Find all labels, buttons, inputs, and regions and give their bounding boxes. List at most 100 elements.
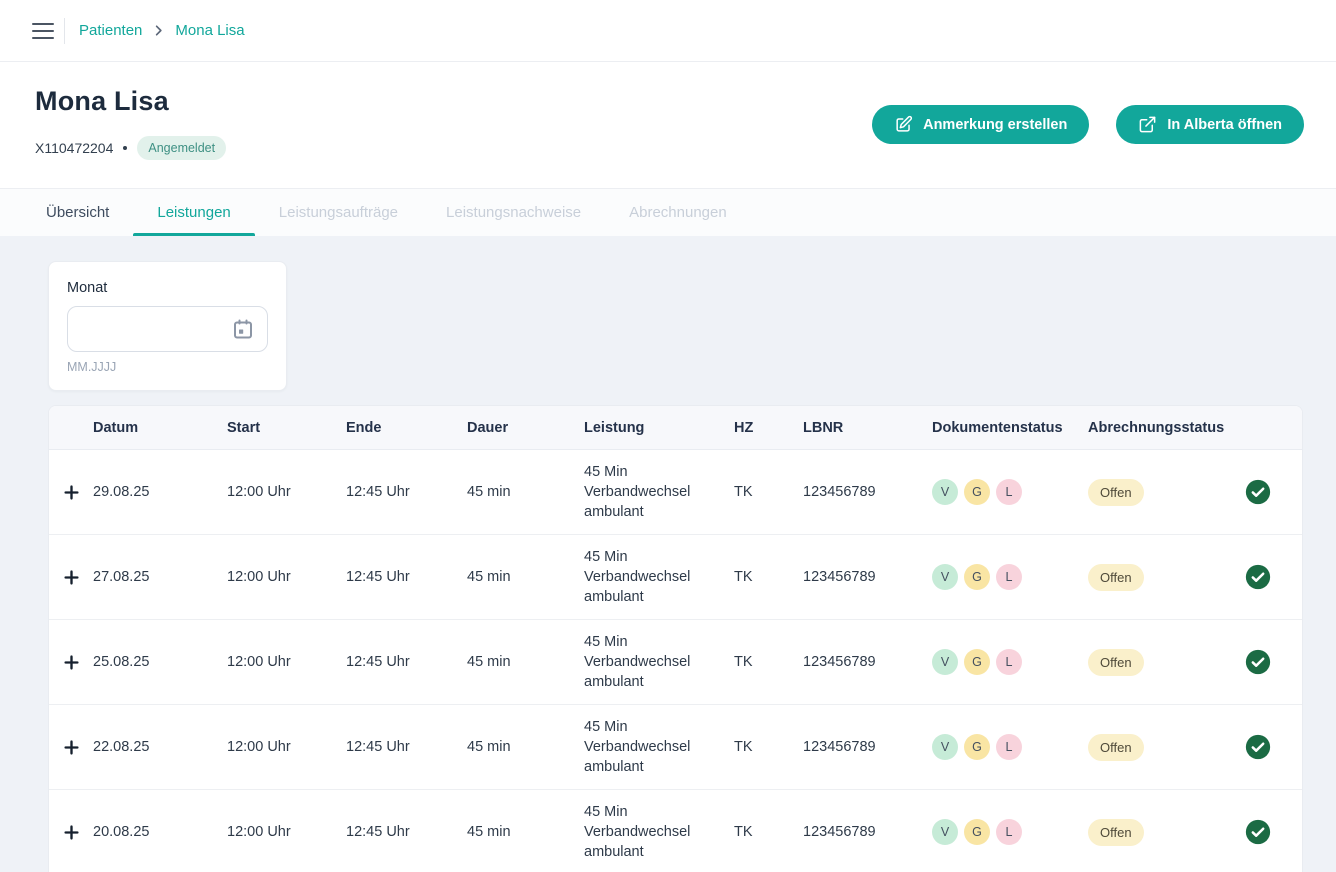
col-dauer: Dauer bbox=[467, 420, 584, 436]
doc-status-badge-l: L bbox=[996, 564, 1022, 590]
patient-id: X110472204 bbox=[35, 140, 113, 156]
cell-abrechnungsstatus: Offen bbox=[1088, 564, 1241, 591]
doc-status-badge-g: G bbox=[964, 649, 990, 675]
cell-datum: 25.08.25 bbox=[93, 654, 227, 670]
col-datum: Datum bbox=[93, 420, 227, 436]
cell-ende: 12:45 Uhr bbox=[346, 824, 467, 840]
expand-row-button[interactable] bbox=[60, 481, 83, 504]
topbar-divider bbox=[64, 18, 65, 44]
doc-status-badge-v: V bbox=[932, 734, 958, 760]
cell-hz: TK bbox=[734, 824, 803, 840]
table-row: 29.08.25 12:00 Uhr 12:45 Uhr 45 min 45 M… bbox=[49, 450, 1302, 535]
check-icon bbox=[1241, 734, 1303, 760]
cell-lbnr: 123456789 bbox=[803, 654, 932, 670]
doc-status-badge-l: L bbox=[996, 479, 1022, 505]
cell-lbnr: 123456789 bbox=[803, 569, 932, 585]
col-lbnr: LBNR bbox=[803, 420, 932, 436]
cell-start: 12:00 Uhr bbox=[227, 569, 346, 585]
cell-start: 12:00 Uhr bbox=[227, 654, 346, 670]
cell-start: 12:00 Uhr bbox=[227, 484, 346, 500]
table-row: 25.08.25 12:00 Uhr 12:45 Uhr 45 min 45 M… bbox=[49, 620, 1302, 705]
doc-status-badge-v: V bbox=[932, 564, 958, 590]
col-start: Start bbox=[227, 420, 346, 436]
cell-hz: TK bbox=[734, 484, 803, 500]
expand-row-button[interactable] bbox=[60, 736, 83, 759]
cell-abrechnungsstatus: Offen bbox=[1088, 649, 1241, 676]
doc-status-badge-g: G bbox=[964, 479, 990, 505]
tab-abrechnungen[interactable]: Abrechnungen bbox=[605, 189, 751, 236]
check-icon bbox=[1241, 819, 1303, 845]
doc-status-badges: VGL bbox=[932, 734, 1088, 760]
cell-leistung: 45 Min Verbandwechsel ambulant bbox=[584, 632, 734, 692]
tab-bar: Übersicht Leistungen Leistungsaufträge L… bbox=[0, 189, 1336, 236]
external-link-icon bbox=[1138, 115, 1157, 134]
breadcrumb-patienten[interactable]: Patienten bbox=[79, 22, 142, 39]
doc-status-badge-g: G bbox=[964, 564, 990, 590]
cell-ende: 12:45 Uhr bbox=[346, 739, 467, 755]
doc-status-badge-g: G bbox=[964, 734, 990, 760]
expand-row-button[interactable] bbox=[60, 651, 83, 674]
col-hz: HZ bbox=[734, 420, 803, 436]
doc-status-badge-v: V bbox=[932, 479, 958, 505]
doc-status-badge-l: L bbox=[996, 734, 1022, 760]
cell-dauer: 45 min bbox=[467, 824, 584, 840]
cell-lbnr: 123456789 bbox=[803, 824, 932, 840]
expand-row-button[interactable] bbox=[60, 821, 83, 844]
tab-leistungen[interactable]: Leistungen bbox=[133, 189, 254, 236]
cell-hz: TK bbox=[734, 654, 803, 670]
cell-abrechnungsstatus: Offen bbox=[1088, 819, 1241, 846]
create-note-button[interactable]: Anmerkung erstellen bbox=[872, 105, 1089, 144]
header-actions: Anmerkung erstellen In Alberta öffnen bbox=[872, 86, 1304, 160]
services-table: Datum Start Ende Dauer Leistung HZ LBNR … bbox=[48, 405, 1303, 872]
doc-status-badge-v: V bbox=[932, 819, 958, 845]
open-in-alberta-label: In Alberta öffnen bbox=[1167, 117, 1282, 133]
month-input-wrap bbox=[67, 306, 268, 352]
tab-uebersicht[interactable]: Übersicht bbox=[22, 189, 133, 236]
cell-hz: TK bbox=[734, 739, 803, 755]
patient-meta: X110472204 Angemeldet bbox=[35, 136, 226, 160]
cell-dauer: 45 min bbox=[467, 484, 584, 500]
month-filter-label: Monat bbox=[67, 280, 268, 296]
tab-leistungsauftraege[interactable]: Leistungsaufträge bbox=[255, 189, 422, 236]
doc-status-badges: VGL bbox=[932, 649, 1088, 675]
doc-status-badge-g: G bbox=[964, 819, 990, 845]
expand-row-button[interactable] bbox=[60, 566, 83, 589]
doc-status-badge-v: V bbox=[932, 649, 958, 675]
cell-datum: 22.08.25 bbox=[93, 739, 227, 755]
doc-status-badges: VGL bbox=[932, 564, 1088, 590]
month-format-hint: MM.JJJJ bbox=[67, 360, 268, 374]
check-icon bbox=[1241, 564, 1303, 590]
cell-abrechnungsstatus: Offen bbox=[1088, 479, 1241, 506]
billing-status-badge: Offen bbox=[1088, 819, 1144, 846]
table-body: 29.08.25 12:00 Uhr 12:45 Uhr 45 min 45 M… bbox=[49, 450, 1302, 872]
col-dokumentenstatus: Dokumentenstatus bbox=[932, 420, 1088, 436]
cell-start: 12:00 Uhr bbox=[227, 824, 346, 840]
table-row: 20.08.25 12:00 Uhr 12:45 Uhr 45 min 45 M… bbox=[49, 790, 1302, 872]
table-row: 27.08.25 12:00 Uhr 12:45 Uhr 45 min 45 M… bbox=[49, 535, 1302, 620]
cell-lbnr: 123456789 bbox=[803, 484, 932, 500]
edit-icon bbox=[894, 115, 913, 134]
calendar-icon[interactable] bbox=[229, 315, 257, 343]
doc-status-badges: VGL bbox=[932, 819, 1088, 845]
doc-status-badges: VGL bbox=[932, 479, 1088, 505]
open-in-alberta-button[interactable]: In Alberta öffnen bbox=[1116, 105, 1304, 144]
cell-ende: 12:45 Uhr bbox=[346, 569, 467, 585]
col-ende: Ende bbox=[346, 420, 467, 436]
cell-start: 12:00 Uhr bbox=[227, 739, 346, 755]
cell-lbnr: 123456789 bbox=[803, 739, 932, 755]
menu-icon[interactable] bbox=[32, 23, 54, 39]
meta-dot bbox=[123, 146, 127, 150]
breadcrumb-mona-lisa[interactable]: Mona Lisa bbox=[175, 22, 244, 39]
cell-leistung: 45 Min Verbandwechsel ambulant bbox=[584, 717, 734, 777]
tab-leistungsnachweise[interactable]: Leistungsnachweise bbox=[422, 189, 605, 236]
cell-ende: 12:45 Uhr bbox=[346, 484, 467, 500]
cell-leistung: 45 Min Verbandwechsel ambulant bbox=[584, 802, 734, 862]
cell-dauer: 45 min bbox=[467, 739, 584, 755]
chevron-right-icon bbox=[152, 24, 165, 37]
content: Monat MM.JJJJ Datum Start Ende Dauer Lei… bbox=[0, 236, 1336, 872]
breadcrumb: Patienten Mona Lisa bbox=[79, 22, 245, 39]
check-icon bbox=[1241, 479, 1303, 505]
cell-datum: 27.08.25 bbox=[93, 569, 227, 585]
table-header-row: Datum Start Ende Dauer Leistung HZ LBNR … bbox=[49, 406, 1302, 450]
doc-status-badge-l: L bbox=[996, 819, 1022, 845]
